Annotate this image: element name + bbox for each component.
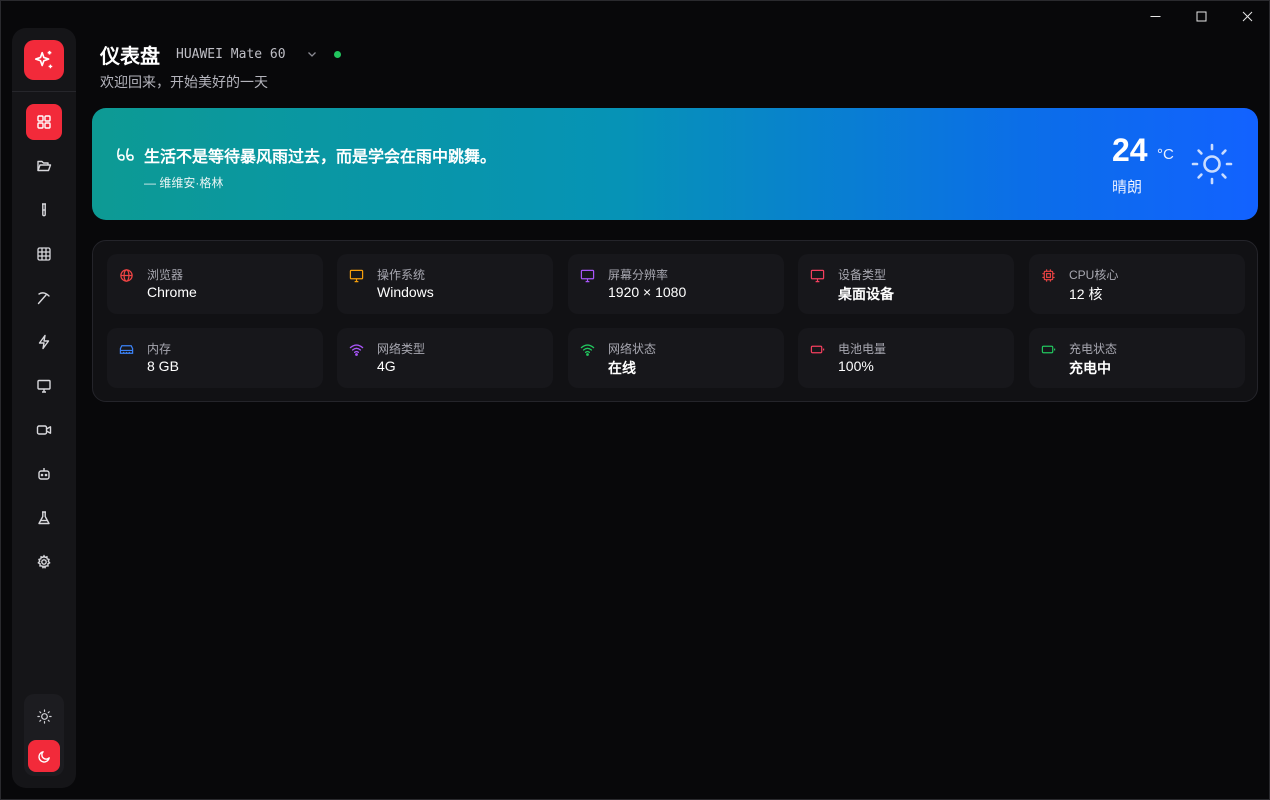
info-card-network-type: 网络类型 4G [337,328,553,388]
card-value: Windows [377,284,434,300]
sidebar-item-display[interactable] [26,368,62,404]
window-controls [1132,0,1270,32]
weather-condition: 晴朗 [1112,179,1143,196]
card-label: 浏览器 [147,268,184,282]
monitor-icon [810,269,825,283]
sidebar-item-files[interactable] [26,148,62,184]
quote-icon [117,148,134,161]
card-label: 操作系统 [377,268,426,282]
lightning-icon [38,334,50,350]
card-label: 设备类型 [838,268,887,282]
card-value: 100% [838,358,874,374]
battery-charging-icon [1041,345,1056,354]
sparkles-icon [34,50,53,69]
chevron-down-icon[interactable] [306,48,318,60]
card-value: Chrome [147,284,197,300]
sidebar-item-robot[interactable] [26,456,62,492]
video-icon [36,425,52,435]
temperature-unit: °C [1157,146,1174,163]
page-header: 仪表盘 HUAWEI Mate 60 欢迎回来，开始美好的一天 [100,40,341,92]
monitor-icon [580,269,595,283]
welcome-subtitle: 欢迎回来，开始美好的一天 [100,74,268,90]
maximize-button[interactable] [1178,0,1224,32]
pickaxe-icon [37,292,50,305]
light-theme-button[interactable] [28,700,60,732]
close-button[interactable] [1224,0,1270,32]
cpu-icon [1042,269,1055,282]
test-tube-icon [42,203,46,217]
sidebar-item-tools[interactable] [26,280,62,316]
minimize-button[interactable] [1132,0,1178,32]
flask-icon [38,511,50,525]
memory-icon [119,345,134,354]
card-label: 屏幕分辨率 [608,268,669,282]
sidebar-divider [12,91,76,92]
card-label: 网络类型 [377,342,426,356]
app-logo[interactable] [24,40,64,80]
wifi-icon [580,344,595,356]
sidebar-item-dashboard[interactable] [26,104,62,140]
theme-switcher [24,694,64,776]
info-card-network-status: 网络状态 在线 [568,328,784,388]
monitor-icon [349,269,364,283]
dark-theme-button[interactable] [28,740,60,772]
device-selector[interactable]: HUAWEI Mate 60 [176,47,286,62]
folder-open-icon [37,160,52,172]
card-label: 网络状态 [608,342,657,356]
quote-text: 生活不是等待暴风雨过去，而是学会在雨中跳舞。 [144,147,497,166]
robot-icon [38,468,50,480]
sidebar-item-power[interactable] [26,324,62,360]
card-value: 充电中 [1069,360,1111,376]
quote-weather-banner: 生活不是等待暴风雨过去，而是学会在雨中跳舞。 — 维维安·格林 24 °C 晴朗 [92,108,1258,220]
sun-icon [36,708,52,724]
settings-icon [37,554,51,569]
info-card-resolution: 屏幕分辨率 1920 × 1080 [568,254,784,314]
card-value: 8 GB [147,358,179,374]
globe-icon [120,269,133,282]
maximize-icon [1196,11,1206,21]
info-card-os: 操作系统 Windows [337,254,553,314]
sidebar-item-lab[interactable] [26,500,62,536]
card-value: 12 核 [1069,286,1103,302]
monitor-icon [37,379,51,393]
weather-sun-icon [1191,143,1233,185]
sidebar-item-video[interactable] [26,412,62,448]
battery-icon [810,345,825,354]
dashboard-icon [37,115,51,129]
card-value: 1920 × 1080 [608,284,687,300]
sidebar-item-grid[interactable] [26,236,62,272]
grid-icon [37,247,51,261]
card-label: CPU核心 [1069,268,1119,282]
info-card-battery-level: 电池电量 100% [798,328,1014,388]
card-label: 电池电量 [838,342,887,356]
sidebar-nav [26,104,62,580]
close-icon [1242,11,1252,21]
sidebar-item-settings[interactable] [26,544,62,580]
info-card-memory: 内存 8 GB [107,328,323,388]
card-value: 桌面设备 [838,286,894,302]
sidebar [12,28,76,788]
card-label: 充电状态 [1069,342,1118,356]
info-card-device-type: 设备类型 桌面设备 [798,254,1014,314]
page-title: 仪表盘 [100,45,160,68]
moon-icon [37,750,50,763]
minimize-icon [1150,15,1160,17]
info-card-charging-status: 充电状态 充电中 [1029,328,1245,388]
sidebar-item-test[interactable] [26,192,62,228]
quote-author: — 维维安·格林 [144,176,224,190]
device-info-panel: 浏览器 Chrome 操作系统 Windows 屏幕分辨率 1920 × 108… [92,240,1258,402]
weather-temperature: 24 [1112,132,1148,168]
info-card-browser: 浏览器 Chrome [107,254,323,314]
card-value: 在线 [608,360,636,376]
info-card-cpu: CPU核心 12 核 [1029,254,1245,314]
connection-status-dot [333,50,341,58]
card-label: 内存 [147,342,172,356]
wifi-icon [349,344,364,356]
card-value: 4G [377,358,396,374]
